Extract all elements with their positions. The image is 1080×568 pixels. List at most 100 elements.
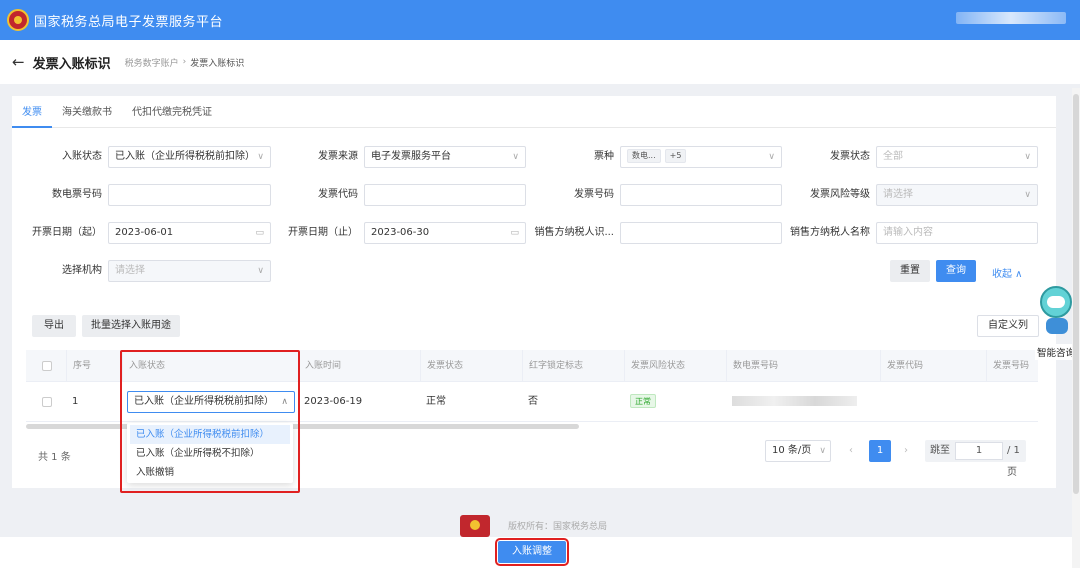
date-start-value: 2023-06-01 [115, 227, 174, 238]
row-risk-status-cell: 正常 [624, 382, 656, 422]
risk-level-select[interactable]: 请选择 ∨ [876, 184, 1038, 206]
search-button[interactable]: 查询 [936, 260, 976, 282]
robot-body-icon [1046, 318, 1068, 334]
page-number-current[interactable]: 1 [869, 440, 891, 462]
page-header: ← 发票入账标识 税务数字账户 › 发票入账标识 [0, 40, 1080, 84]
breadcrumb: 税务数字账户 › 发票入账标识 [125, 56, 245, 69]
invoice-status-label: 发票状态 [830, 151, 870, 162]
batch-select-purpose-button[interactable]: 批量选择入账用途 [82, 315, 180, 337]
filter-row-1: 入账状态 已入账（企业所得税税前扣除） ∨ 发票来源 电子发票服务平台 ∨ 票种… [12, 146, 1056, 168]
ticket-type-label: 票种 [594, 151, 614, 162]
entry-adjust-button[interactable]: 入账调整 [495, 538, 569, 566]
back-arrow-icon[interactable]: ← [12, 53, 25, 71]
top-bar: 国家税务总局电子发票服务平台 [0, 0, 1080, 40]
page-scrollbar-thumb[interactable] [1073, 94, 1079, 494]
filter-row-3: 开票日期（起） 2023-06-01 ▭ 开票日期（止） 2023-06-30 … [12, 222, 1056, 244]
custom-columns-button[interactable]: 自定义列 [977, 315, 1039, 337]
row-entry-status-value: 已入账（企业所得税税前扣除） [134, 396, 274, 407]
col-entry-status: 入账状态 [122, 350, 298, 382]
status-badge: 正常 [630, 394, 656, 408]
invoice-table: 序号 入账状态 入账时间 发票状态 红字锁定标志 发票风险状态 数电票号码 发票… [26, 350, 1038, 422]
filter-row-2: 数电票号码 发票代码 发票号码 发票风险等级 请选择 ∨ [12, 184, 1056, 206]
prev-page-icon[interactable]: ‹ [849, 440, 853, 462]
col-digital-no: 数电票号码 [726, 350, 880, 382]
row-entry-time: 2023-06-19 [304, 396, 363, 407]
chevron-down-icon: ∨ [257, 152, 264, 162]
total-pages: / 1 页 [1007, 445, 1020, 478]
breadcrumb-item-account[interactable]: 税务数字账户 [125, 56, 179, 69]
tax-emblem-icon [460, 515, 490, 537]
org-placeholder: 请选择 [115, 265, 145, 276]
chevron-down-icon: ∨ [1024, 152, 1031, 162]
calendar-icon: ▭ [255, 228, 264, 238]
chevron-up-icon: ∧ [281, 397, 288, 407]
invoice-source-value: 电子发票服务平台 [371, 151, 451, 162]
seller-id-input[interactable] [620, 222, 782, 244]
site-title: 国家税务总局电子发票服务平台 [34, 14, 224, 30]
seller-id-label: 销售方纳税人识... [534, 227, 614, 238]
page-size-select[interactable]: 10 条/页 ∨ [765, 440, 831, 462]
filter-row-4: 选择机构 请选择 ∨ 重置 查询 收起 ∧ [12, 260, 1056, 282]
ticket-type-select[interactable]: 数电... +5 ∨ [620, 146, 782, 168]
row-checkbox[interactable] [42, 397, 52, 407]
tab-invoice[interactable]: 发票 [12, 96, 52, 128]
jump-input[interactable]: 1 [955, 442, 1003, 460]
invoice-code-label: 发票代码 [318, 189, 358, 200]
calendar-icon: ▭ [510, 228, 519, 238]
option-deduct[interactable]: 已入账（企业所得税税前扣除） [130, 425, 290, 444]
table-horizontal-scrollbar[interactable] [26, 424, 579, 429]
date-end-picker[interactable]: 2023-06-30 ▭ [364, 222, 526, 244]
risk-level-label: 发票风险等级 [810, 189, 870, 200]
table-row: 1 已入账（企业所得税税前扣除） ∧ 2023-06-19 正常 否 正常 [26, 382, 1038, 422]
invoice-source-select[interactable]: 电子发票服务平台 ∨ [364, 146, 526, 168]
col-index: 序号 [66, 350, 122, 382]
col-entry-time: 入账时间 [298, 350, 420, 382]
tax-emblem-logo [7, 9, 29, 31]
entry-status-label: 入账状态 [62, 151, 102, 162]
invoice-code-input[interactable] [364, 184, 526, 206]
row-entry-status-select[interactable]: 已入账（企业所得税税前扣除） ∧ [127, 391, 295, 413]
seller-name-input[interactable]: 请输入内容 [876, 222, 1038, 244]
chevron-down-icon: ∨ [257, 266, 264, 276]
invoice-source-label: 发票来源 [318, 151, 358, 162]
collapse-toggle[interactable]: 收起 ∧ [992, 265, 1023, 280]
col-invoice-code: 发票代码 [880, 350, 986, 382]
chevron-down-icon: ∨ [768, 152, 775, 162]
page-scrollbar[interactable] [1072, 88, 1080, 568]
chevron-down-icon: ∨ [1024, 190, 1031, 200]
risk-level-placeholder: 请选择 [883, 189, 913, 200]
invoice-status-value: 全部 [883, 151, 903, 162]
invoice-no-input[interactable] [620, 184, 782, 206]
row-invoice-status: 正常 [426, 396, 446, 407]
option-no-deduct[interactable]: 已入账（企业所得税不扣除） [127, 444, 293, 463]
digital-no-label: 数电票号码 [52, 189, 102, 200]
robot-avatar-icon [1040, 286, 1072, 318]
page-jump: 跳至 1 / 1 页 [925, 440, 1026, 478]
invoice-status-select[interactable]: 全部 ∨ [876, 146, 1038, 168]
entry-status-value: 已入账（企业所得税税前扣除） [115, 151, 255, 162]
copyright-text: 版权所有：国家税务总局 [508, 522, 608, 532]
entry-status-dropdown: 已入账（企业所得税税前扣除） 已入账（企业所得税不扣除） 入账撤销 [127, 423, 293, 483]
breadcrumb-item-current: 发票入账标识 [190, 58, 245, 69]
digital-no-input[interactable] [108, 184, 271, 206]
user-info-blurred[interactable] [956, 12, 1066, 24]
export-button[interactable]: 导出 [32, 315, 76, 337]
reset-button[interactable]: 重置 [890, 260, 930, 282]
tab-withholding[interactable]: 代扣代缴完税凭证 [122, 96, 222, 128]
select-all-checkbox[interactable] [42, 361, 52, 371]
row-index: 1 [72, 396, 79, 407]
col-invoice-no: 发票号码 [986, 350, 1038, 382]
assistant-label: 智能咨询 [1035, 344, 1078, 360]
date-start-picker[interactable]: 2023-06-01 ▭ [108, 222, 271, 244]
org-select[interactable]: 请选择 ∨ [108, 260, 271, 282]
tab-customs[interactable]: 海关缴款书 [52, 96, 122, 128]
ticket-type-more-tag: +5 [664, 149, 687, 163]
date-end-label: 开票日期（止） [288, 227, 358, 238]
digital-no-blurred [732, 396, 857, 406]
ticket-type-tag: 数电... [627, 149, 661, 163]
entry-status-select[interactable]: 已入账（企业所得税税前扣除） ∨ [108, 146, 271, 168]
tab-bar: 发票 海关缴款书 代扣代缴完税凭证 [12, 96, 1056, 128]
option-revoke[interactable]: 入账撤销 [127, 463, 293, 482]
next-page-icon[interactable]: › [904, 440, 908, 462]
seller-name-label: 销售方纳税人名称 [790, 227, 870, 238]
